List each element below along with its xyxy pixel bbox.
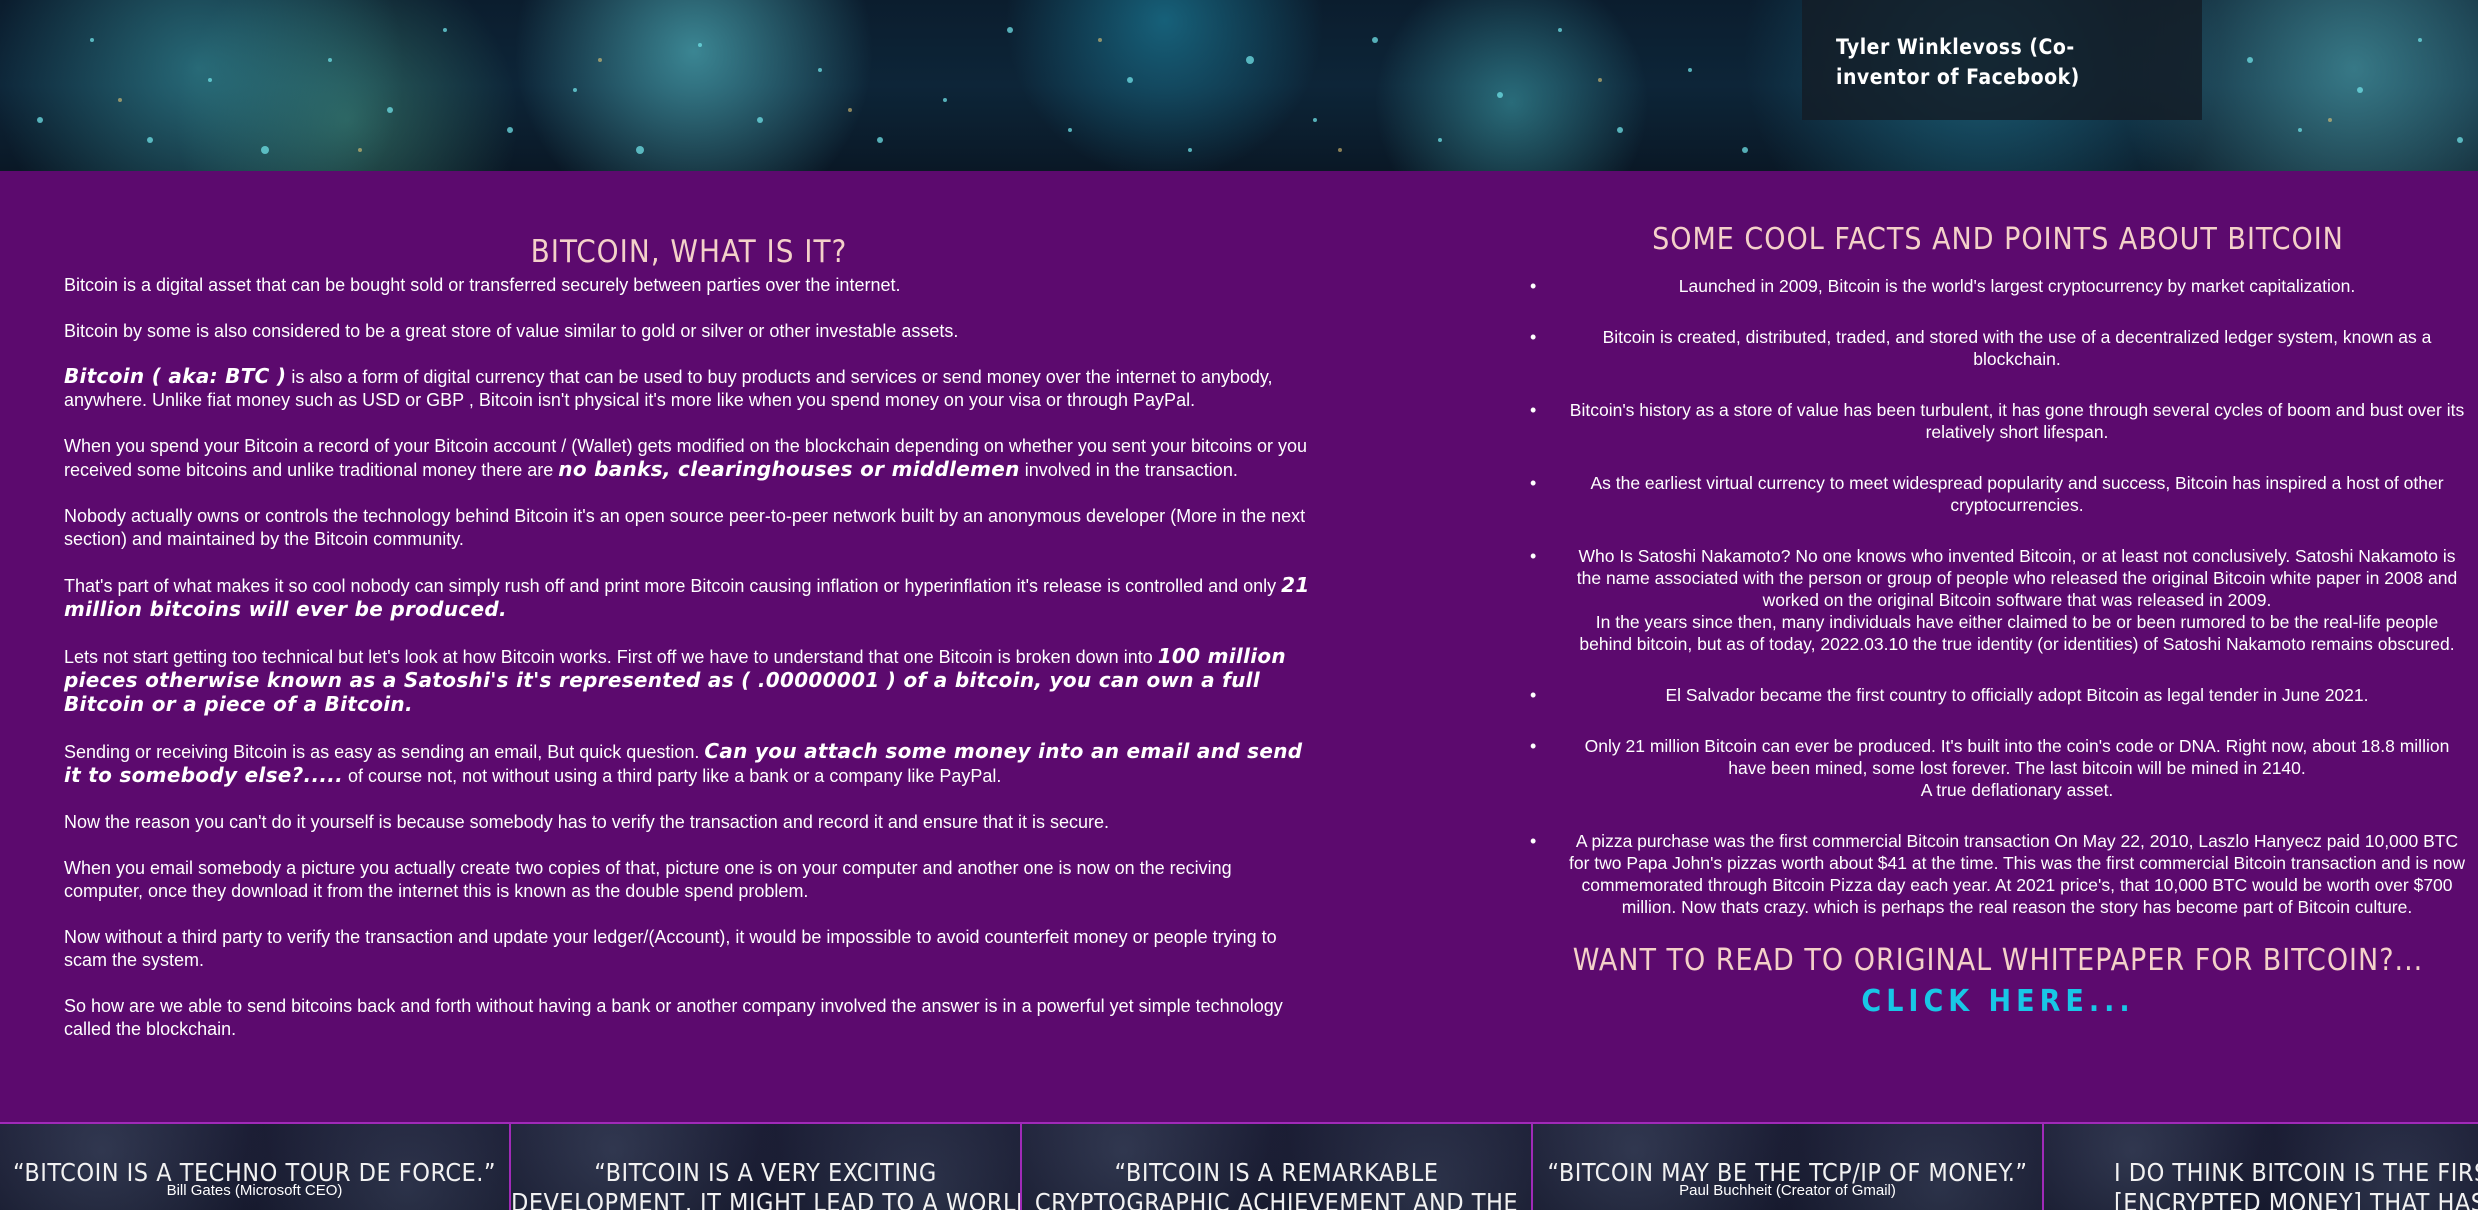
section-title: BITCOIN, WHAT IS IT? bbox=[530, 234, 848, 270]
emphasis-text: Bitcoin ( aka: BTC ) bbox=[64, 364, 287, 388]
list-item: Only 21 million Bitcoin can ever be prod… bbox=[1530, 735, 2466, 801]
whitepaper-heading: WANT TO READ TO ORIGINAL WHITEPAPER FOR … bbox=[1572, 943, 2424, 978]
quote-text: “BITCOIN IS A VERY EXCITING bbox=[594, 1158, 937, 1187]
paragraph: Bitcoin by some is also considered to be… bbox=[64, 320, 1314, 343]
list-item: Launched in 2009, Bitcoin is the world's… bbox=[1530, 275, 2466, 297]
fact-text: In the years since then, many individual… bbox=[1579, 612, 2455, 654]
list-item: Bitcoin's history as a store of value ha… bbox=[1530, 399, 2466, 443]
list-item: A pizza purchase was the first commercia… bbox=[1530, 830, 2466, 918]
fact-text: A true deflationary asset. bbox=[1920, 780, 2114, 800]
list-item: As the earliest virtual currency to meet… bbox=[1530, 472, 2466, 516]
quote-text: [ENCRYPTED MONEY] THAT HAS TH bbox=[2114, 1188, 2478, 1210]
what-is-bitcoin-section: BITCOIN, WHAT IS IT? Bitcoin is a digita… bbox=[64, 234, 1314, 1064]
facts-list: Launched in 2009, Bitcoin is the world's… bbox=[1530, 275, 2466, 918]
paragraph: Bitcoin ( aka: BTC ) is also a form of d… bbox=[64, 365, 1314, 412]
quote-card: “BITCOIN MAY BE THE TCP/IP OF MONEY.” Pa… bbox=[1533, 1124, 2044, 1210]
paragraph: Now without a third party to verify the … bbox=[64, 927, 1277, 970]
list-item: El Salvador became the first country to … bbox=[1530, 684, 2466, 706]
list-item: Bitcoin is created, distributed, traded,… bbox=[1530, 326, 2466, 370]
quote-author: Paul Buchheit (Creator of Gmail) bbox=[1679, 1182, 1896, 1199]
paragraph-text: of course not, not without using a third… bbox=[343, 766, 1002, 786]
quote-card: “BITCOIN IS A VERY EXCITING DEVELOPMENT,… bbox=[511, 1124, 1022, 1210]
cool-facts-section: SOME COOL FACTS AND POINTS ABOUT BITCOIN… bbox=[1530, 222, 2466, 1019]
quote-card: I DO THINK BITCOIN IS THE FIRST [ENCRYPT… bbox=[2044, 1124, 2478, 1210]
quotes-carousel: “BITCOIN IS A TECHNO TOUR DE FORCE.” Bil… bbox=[0, 1122, 2478, 1210]
paragraph: So how are we able to send bitcoins back… bbox=[64, 996, 1283, 1039]
quote-text: I DO THINK BITCOIN IS THE FIRST bbox=[2114, 1158, 2478, 1187]
whitepaper-link[interactable]: CLICK HERE... bbox=[1530, 984, 2466, 1019]
list-item: Who Is Satoshi Nakamoto? No one knows wh… bbox=[1530, 545, 2466, 655]
paragraph: When you email somebody a picture you ac… bbox=[64, 858, 1232, 901]
section-title: SOME COOL FACTS AND POINTS ABOUT BITCOIN bbox=[1652, 222, 2344, 257]
hero-quote-card: Tyler Winklevoss (Co-inventor of Faceboo… bbox=[1802, 0, 2202, 120]
quote-card: “BITCOIN IS A TECHNO TOUR DE FORCE.” Bil… bbox=[0, 1124, 511, 1210]
fact-text: Only 21 million Bitcoin can ever be prod… bbox=[1584, 736, 2450, 778]
paragraph: Lets not start getting too technical but… bbox=[64, 645, 1314, 717]
fact-text: Who Is Satoshi Nakamoto? No one knows wh… bbox=[1576, 546, 2458, 610]
paragraph: Nobody actually owns or controls the tec… bbox=[64, 506, 1306, 549]
quote-author: Bill Gates (Microsoft CEO) bbox=[166, 1182, 343, 1199]
quote-text: “BITCOIN IS A REMARKABLE bbox=[1114, 1158, 1439, 1187]
paragraph-text: Sending or receiving Bitcoin is as easy … bbox=[64, 742, 705, 762]
paragraph-text: That's part of what makes it so cool nob… bbox=[64, 576, 1282, 596]
paragraph: Sending or receiving Bitcoin is as easy … bbox=[64, 740, 1314, 788]
paragraph: When you spend your Bitcoin a record of … bbox=[64, 435, 1314, 482]
paragraph: Bitcoin is a digital asset that can be b… bbox=[64, 275, 901, 295]
quote-author: Tyler Winklevoss (Co-inventor of Faceboo… bbox=[1836, 35, 2080, 89]
emphasis-text: no banks, clearinghouses or middlemen bbox=[558, 457, 1020, 481]
paragraph-text: Lets not start getting too technical but… bbox=[64, 647, 1158, 667]
paragraph: Now the reason you can't do it yourself … bbox=[64, 812, 1110, 832]
paragraph-text: Bitcoin by some is also considered to be… bbox=[64, 321, 959, 341]
quote-text: DEVELOPMENT, IT MIGHT LEAD TO A WORLD bbox=[511, 1188, 1022, 1210]
quote-text: CRYPTOGRAPHIC ACHIEVEMENT AND THE bbox=[1034, 1188, 1519, 1210]
hero-banner: Tyler Winklevoss (Co-inventor of Faceboo… bbox=[0, 0, 2478, 171]
paragraph-text: involved in the transaction. bbox=[1019, 460, 1238, 480]
quote-card: “BITCOIN IS A REMARKABLE CRYPTOGRAPHIC A… bbox=[1022, 1124, 1533, 1210]
paragraph: That's part of what makes it so cool nob… bbox=[64, 574, 1314, 622]
